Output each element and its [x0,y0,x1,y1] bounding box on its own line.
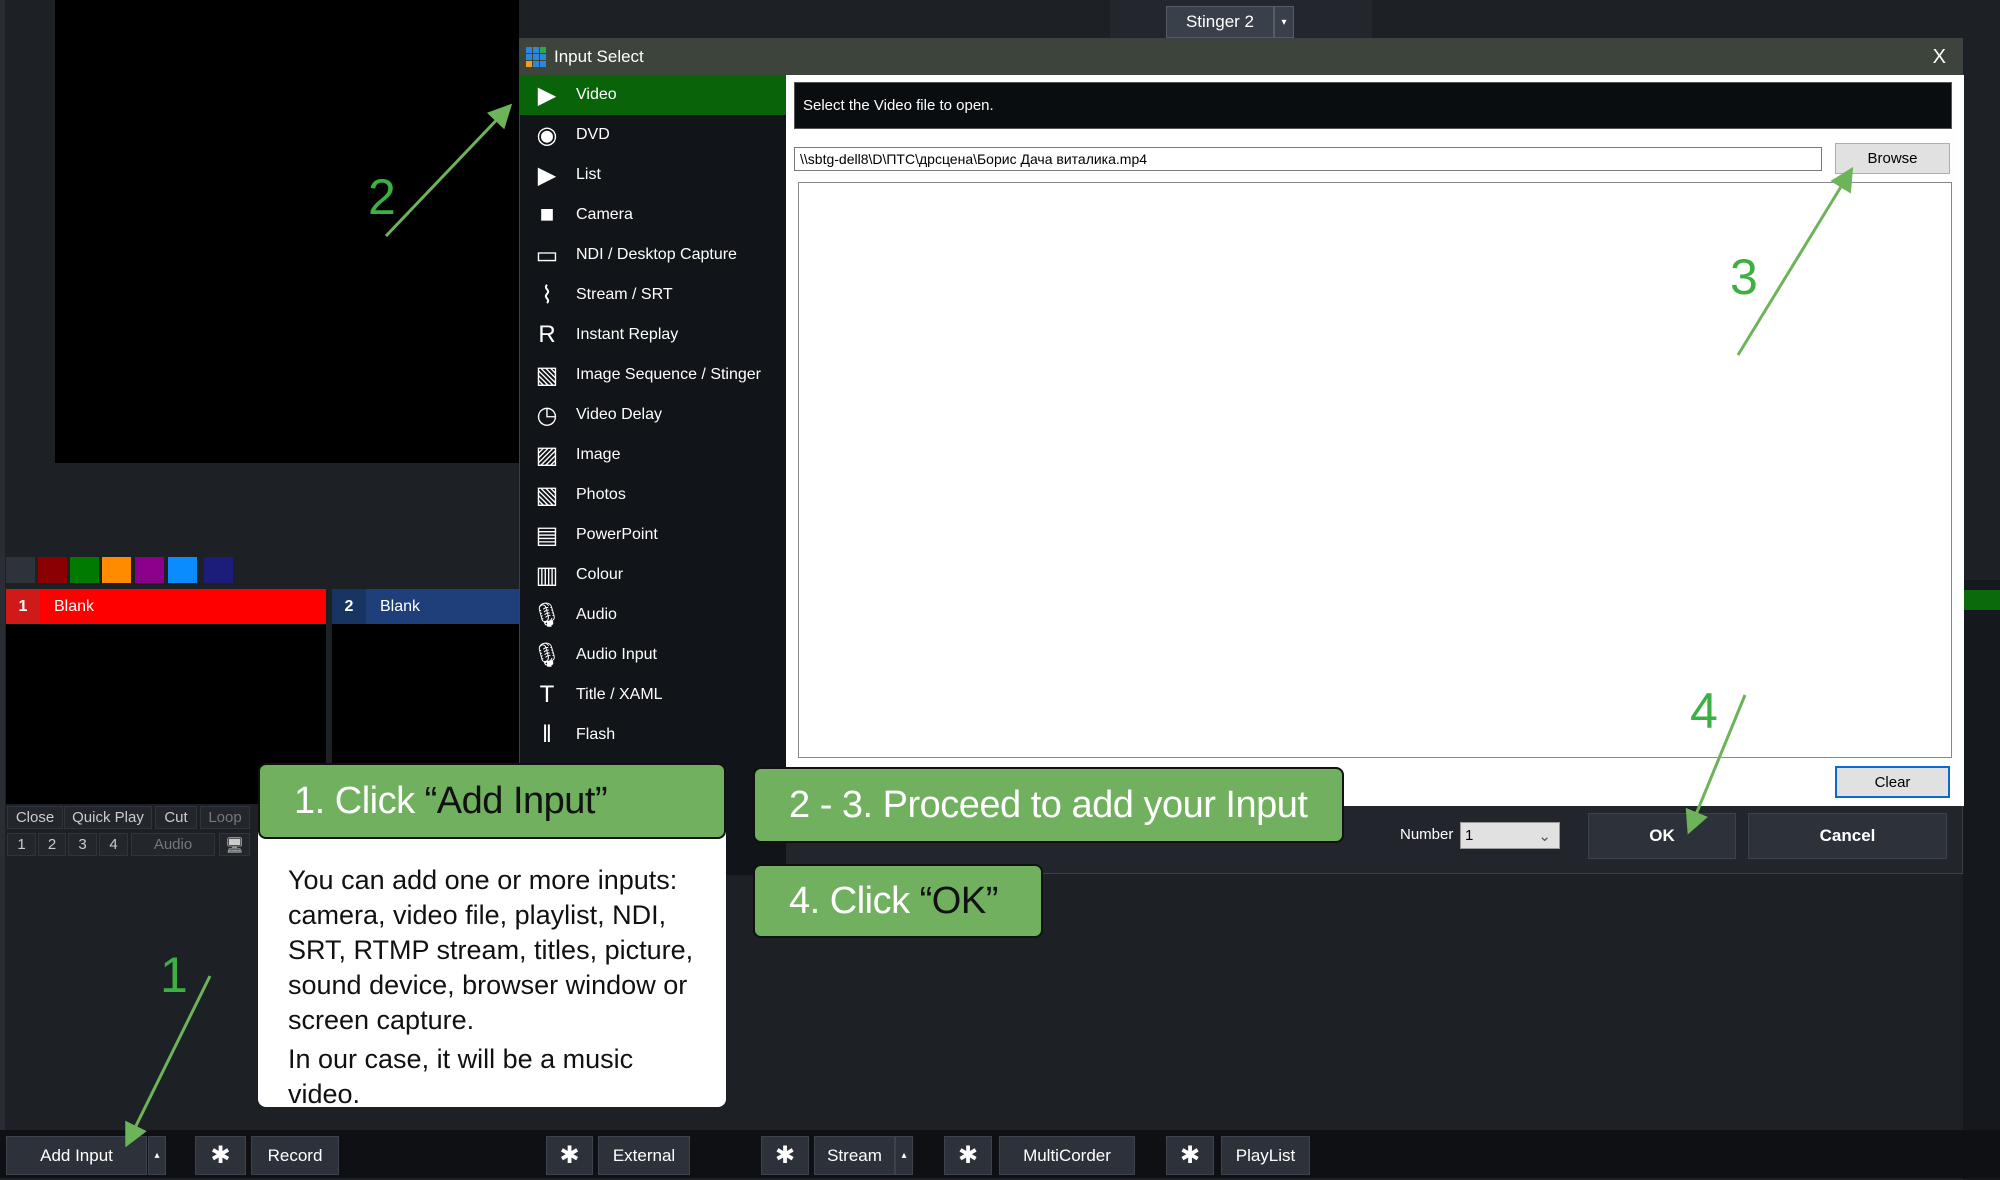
arrow-step-3 [1736,166,1854,356]
arrow-step-1 [125,975,212,1148]
arrow-step-2 [384,103,513,238]
annotation-arrows [125,103,1854,1148]
arrow-step-4 [1685,694,1747,835]
